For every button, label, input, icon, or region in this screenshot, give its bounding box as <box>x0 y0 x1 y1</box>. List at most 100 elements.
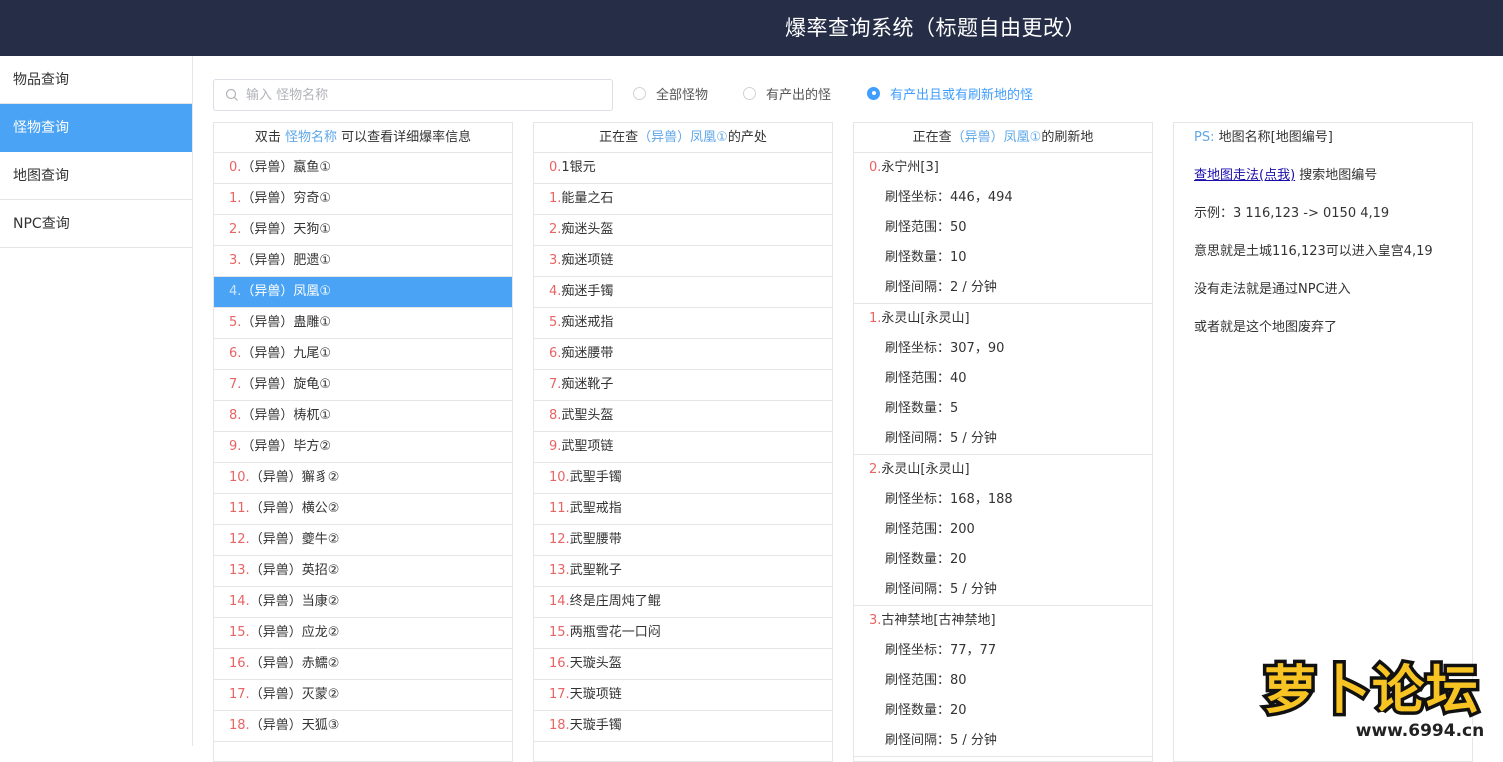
drop-row[interactable]: 5.痴迷戒指 <box>534 308 832 339</box>
monster-row[interactable]: 9.（异兽）毕方② <box>214 432 512 463</box>
monster-name: （异兽）夔牛② <box>249 532 340 547</box>
row-index: 15. <box>549 625 570 640</box>
row-index: 0. <box>549 160 562 175</box>
monster-row[interactable]: 1.（异兽）穷奇① <box>214 184 512 215</box>
filter-with-drops-or-spawns[interactable]: 有产出且或有刷新地的怪 <box>867 84 1034 103</box>
filter-label: 有产出且或有刷新地的怪 <box>890 87 1034 103</box>
monster-row[interactable]: 3.（异兽）肥遗① <box>214 246 512 277</box>
spawn-entry[interactable]: 1.永灵山[永灵山] 刷怪坐标：307，90 刷怪范围：40 刷怪数量：5 刷怪间隔：5… <box>854 304 1152 455</box>
monster-row[interactable]: 5.（异兽）蛊雕① <box>214 308 512 339</box>
filter-label: 全部怪物 <box>656 87 709 103</box>
monster-list-header: 双击 怪物名称 可以查看详细爆率信息 <box>214 123 512 153</box>
monster-name: （异兽）灭蒙② <box>249 687 340 702</box>
drop-item-name: 痴迷头盔 <box>561 222 614 237</box>
drop-row[interactable]: 4.痴迷手镯 <box>534 277 832 308</box>
filter-label: 有产出的怪 <box>766 87 832 103</box>
monster-row[interactable]: 4.（异兽）凤凰① <box>214 277 512 308</box>
drop-item-name: 痴迷项链 <box>561 253 614 268</box>
row-index: 18. <box>549 718 570 733</box>
spawn-entry[interactable]: 0.永宁州[3] 刷怪坐标：446，494 刷怪范围：50 刷怪数量：10 刷怪间隔：2… <box>854 153 1152 304</box>
monster-row[interactable]: 7.（异兽）旋龟① <box>214 370 512 401</box>
row-index: 5. <box>229 315 242 330</box>
spawn-entry[interactable]: 3.古神禁地[古神禁地] 刷怪坐标：77，77 刷怪范围：80 刷怪数量：20 刷怪间隔… <box>854 606 1152 757</box>
monster-name: （异兽）天狗① <box>241 222 332 237</box>
row-index: 1. <box>549 191 562 206</box>
drop-row[interactable]: 9.武聖项链 <box>534 432 832 463</box>
monster-row[interactable]: 17.（异兽）灭蒙② <box>214 680 512 711</box>
row-index: 12. <box>549 532 570 547</box>
spawn-range: 刷怪范围：40 <box>885 371 967 386</box>
row-index: 8. <box>549 408 562 423</box>
drop-row[interactable]: 0.1银元 <box>534 153 832 184</box>
info-abandoned: 或者就是这个地图废弃了 <box>1194 320 1338 335</box>
monster-row[interactable]: 13.（异兽）英招② <box>214 556 512 587</box>
spawns-header: 正在查（异兽）凤凰①的刷新地 <box>854 123 1152 153</box>
spawn-interval: 刷怪间隔：5 / 分钟 <box>885 431 997 446</box>
monster-name: （异兽）穷奇① <box>241 191 332 206</box>
monster-row[interactable]: 12.（异兽）夔牛② <box>214 525 512 556</box>
monster-name: （异兽）赤鱬② <box>249 656 340 671</box>
monster-row[interactable]: 15.（异兽）应龙② <box>214 618 512 649</box>
monster-row[interactable]: 16.（异兽）赤鱬② <box>214 649 512 680</box>
filter-all-monsters[interactable]: 全部怪物 <box>633 84 709 103</box>
row-index: 16. <box>549 656 570 671</box>
sidebar-item-npc[interactable]: NPC查询 <box>0 200 192 248</box>
row-index: 6. <box>549 346 562 361</box>
monster-row[interactable]: 18.（异兽）天狐③ <box>214 711 512 742</box>
drops-header: 正在查（异兽）凤凰①的产处 <box>534 123 832 153</box>
drop-row[interactable]: 1.能量之石 <box>534 184 832 215</box>
header-text: 的刷新地 <box>1041 130 1094 145</box>
drop-row[interactable]: 12.武聖腰带 <box>534 525 832 556</box>
drop-row[interactable]: 7.痴迷靴子 <box>534 370 832 401</box>
drop-row[interactable]: 14.终是庄周炖了鲲 <box>534 587 832 618</box>
monster-name: （异兽）旋龟① <box>241 377 332 392</box>
monster-row[interactable]: 0.（异兽）蠃鱼① <box>214 153 512 184</box>
sidebar-item-monsters[interactable]: 怪物查询 <box>0 104 192 152</box>
monster-row[interactable]: 10.（异兽）獬豸② <box>214 463 512 494</box>
svg-text:www.6994.cn: www.6994.cn <box>1356 721 1484 741</box>
drop-row[interactable]: 2.痴迷头盔 <box>534 215 832 246</box>
filter-with-drops[interactable]: 有产出的怪 <box>743 84 832 103</box>
row-index: 9. <box>549 439 562 454</box>
monster-name: （异兽）天狐③ <box>249 718 340 733</box>
drop-row[interactable]: 13.武聖靴子 <box>534 556 832 587</box>
drop-row[interactable]: 18.天璇手镯 <box>534 711 832 742</box>
drop-row[interactable]: 16.天璇头盔 <box>534 649 832 680</box>
drop-item-name: 天璇项链 <box>569 687 622 702</box>
monster-row[interactable]: 14.（异兽）当康② <box>214 587 512 618</box>
spawn-range: 刷怪范围：80 <box>885 673 967 688</box>
drop-row[interactable]: 10.武聖手镯 <box>534 463 832 494</box>
drop-row[interactable]: 6.痴迷腰带 <box>534 339 832 370</box>
spawns-list: 0.永宁州[3] 刷怪坐标：446，494 刷怪范围：50 刷怪数量：10 刷怪间隔：2… <box>854 153 1152 757</box>
row-index: 7. <box>549 377 562 392</box>
drop-row[interactable]: 3.痴迷项链 <box>534 246 832 277</box>
monster-row[interactable]: 6.（异兽）九尾① <box>214 339 512 370</box>
drop-item-name: 能量之石 <box>561 191 614 206</box>
row-index: 13. <box>549 563 570 578</box>
monster-row[interactable]: 2.（异兽）天狗① <box>214 215 512 246</box>
spawn-map-name: 永灵山[永灵山] <box>881 311 970 326</box>
monster-row[interactable]: 11.（异兽）横公② <box>214 494 512 525</box>
spawn-entry[interactable]: 2.永灵山[永灵山] 刷怪坐标：168，188 刷怪范围：200 刷怪数量：20 刷怪间… <box>854 455 1152 606</box>
drop-row[interactable]: 15.两瓶雪花一口闷 <box>534 618 832 649</box>
spawn-coord: 刷怪坐标：77，77 <box>885 643 997 658</box>
header-text: 双击 <box>254 130 285 145</box>
drop-row[interactable]: 17.天璇项链 <box>534 680 832 711</box>
spawn-interval: 刷怪间隔：2 / 分钟 <box>885 280 997 295</box>
spawn-count: 刷怪数量：10 <box>885 250 967 265</box>
sidebar-item-maps[interactable]: 地图查询 <box>0 152 192 200</box>
drop-row[interactable]: 8.武聖头盔 <box>534 401 832 432</box>
info-map-link-line: 查地图走法(点我) 搜索地图编号 <box>1194 167 1472 205</box>
sidebar-item-items[interactable]: 物品查询 <box>0 56 192 104</box>
radio-checked-icon <box>867 86 880 100</box>
drop-item-name: 武聖腰带 <box>569 532 622 547</box>
spawn-map: 2.永灵山[永灵山] <box>854 455 1152 485</box>
spawns-panel: 正在查（异兽）凤凰①的刷新地 0.永宁州[3] 刷怪坐标：446，494 刷怪范围：… <box>853 122 1153 762</box>
search-input[interactable] <box>246 84 606 106</box>
monster-row[interactable]: 8.（异兽）梼杌① <box>214 401 512 432</box>
map-route-link[interactable]: 查地图走法(点我) <box>1194 168 1295 183</box>
header-text: 正在查 <box>599 130 639 145</box>
spawn-range: 刷怪范围：200 <box>885 522 975 537</box>
row-index: 2. <box>869 462 882 477</box>
drop-row[interactable]: 11.武聖戒指 <box>534 494 832 525</box>
